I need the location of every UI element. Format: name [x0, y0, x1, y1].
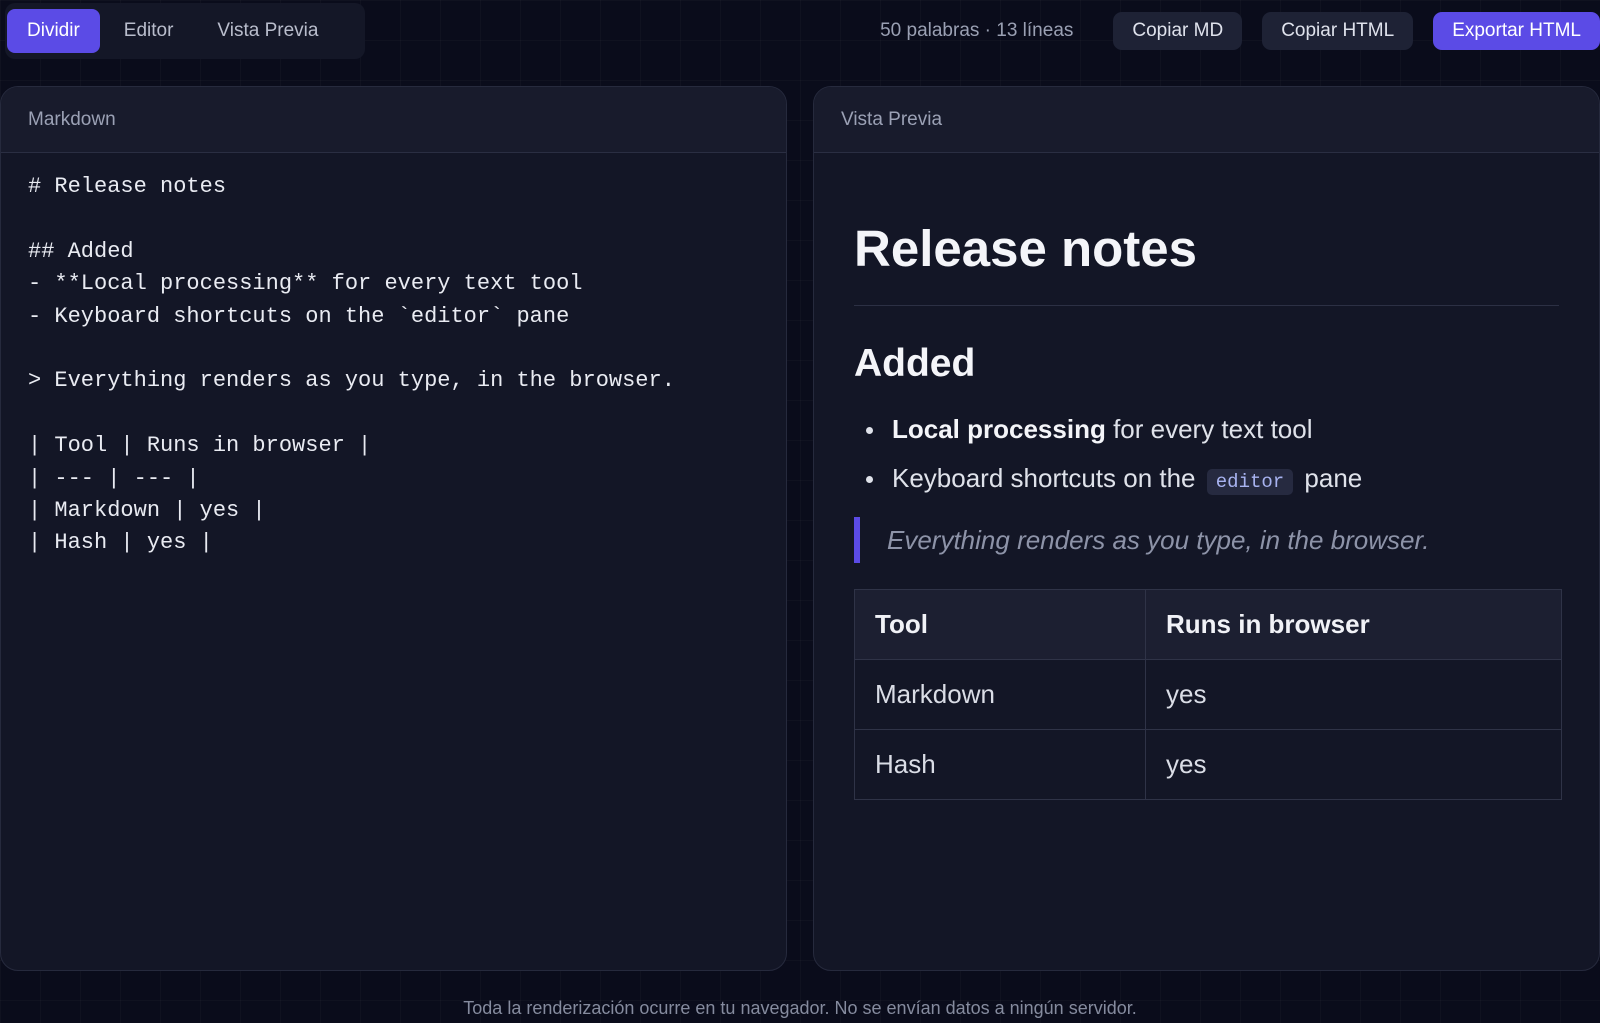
markdown-pane-title: Markdown	[1, 87, 786, 153]
view-mode-switch: Dividir Editor Vista Previa	[5, 3, 365, 59]
mode-editor-button[interactable]: Editor	[104, 9, 194, 53]
preview-table: Tool Runs in browser Markdown yes Hash y…	[854, 589, 1562, 800]
markdown-editor[interactable]: # Release notes ## Added - **Local proce…	[1, 153, 786, 970]
copy-html-button[interactable]: Copiar HTML	[1262, 12, 1414, 50]
preview-list: Local processing for every text tool Key…	[854, 412, 1559, 499]
table-cell: Hash	[854, 729, 1146, 800]
privacy-footer: Toda la renderización ocurre en tu naveg…	[463, 998, 1137, 1018]
list-item-text: Keyboard shortcuts on the	[892, 463, 1196, 493]
table-cell: Markdown	[854, 659, 1146, 730]
table-cell: yes	[1145, 659, 1562, 730]
top-bar: Dividir Editor Vista Previa 50 palabras …	[0, 0, 1600, 62]
preview-content: Release notes Added Local processing for…	[854, 153, 1562, 800]
toolbar-actions: 50 palabras · 13 líneas Copiar MD Copiar…	[880, 12, 1600, 50]
preview-pane-title: Vista Previa	[814, 87, 1599, 153]
mode-preview-button[interactable]: Vista Previa	[197, 9, 338, 53]
list-item: Local processing for every text tool	[866, 412, 1559, 446]
preview-heading-1: Release notes	[854, 219, 1559, 306]
table-header-row: Tool Runs in browser	[854, 589, 1562, 660]
inline-code: editor	[1206, 469, 1294, 495]
resize-handle-icon[interactable]	[771, 955, 783, 967]
markdown-pane: Markdown # Release notes ## Added - **Lo…	[0, 86, 787, 971]
preview-pane: Vista Previa Release notes Added Local p…	[813, 86, 1600, 971]
list-item-text: pane	[1304, 463, 1363, 493]
mode-split-button[interactable]: Dividir	[7, 9, 100, 53]
copy-md-button[interactable]: Copiar MD	[1113, 12, 1243, 50]
preview-heading-2: Added	[854, 342, 976, 385]
table-header-cell: Runs in browser	[1145, 589, 1562, 660]
list-item-bold: Local processing	[892, 414, 1106, 444]
list-item-text: for every text tool	[1105, 414, 1313, 444]
table-row: Markdown yes	[854, 659, 1562, 730]
table-header-cell: Tool	[854, 589, 1146, 660]
list-item: Keyboard shortcuts on the editor pane	[866, 461, 1559, 499]
word-line-count: 50 palabras · 13 líneas	[880, 20, 1074, 41]
export-html-button[interactable]: Exportar HTML	[1433, 12, 1600, 50]
table-row: Hash yes	[854, 729, 1562, 800]
table-cell: yes	[1145, 729, 1562, 800]
preview-blockquote: Everything renders as you type, in the b…	[854, 517, 1559, 563]
